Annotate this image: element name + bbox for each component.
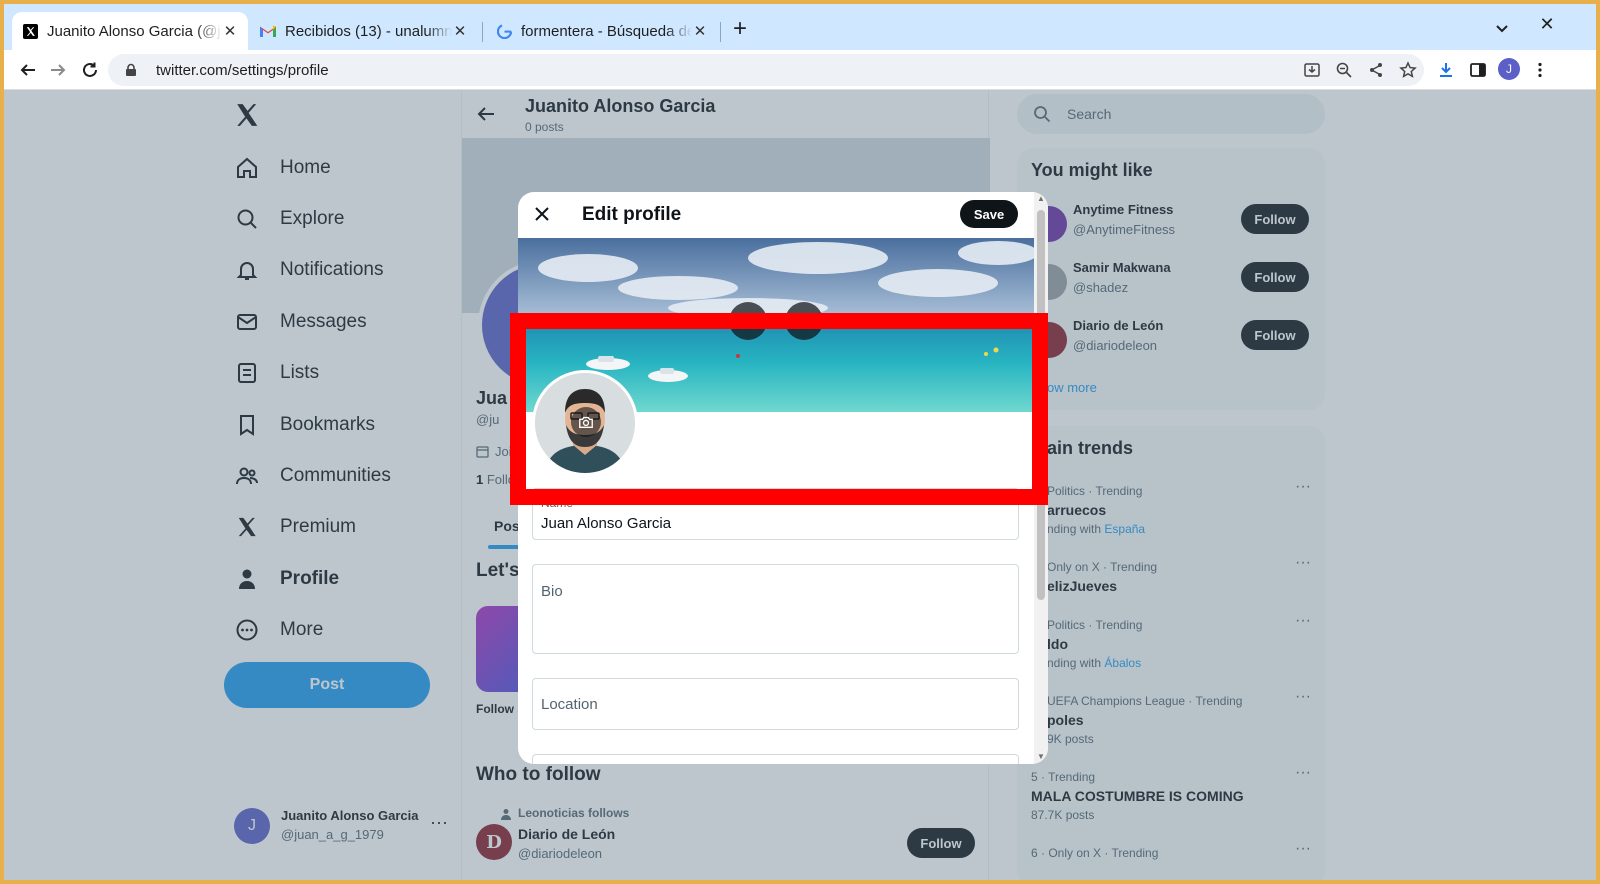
close-icon[interactable] <box>532 204 552 224</box>
reload-icon[interactable] <box>78 58 102 82</box>
back-icon[interactable] <box>16 58 40 82</box>
lock-icon <box>124 63 138 77</box>
tab-gmail[interactable]: Recibidos (13) - unalumno ✕ <box>250 12 478 50</box>
close-icon[interactable]: ✕ <box>222 22 238 40</box>
star-icon[interactable] <box>1398 60 1418 80</box>
new-tab-button[interactable]: + <box>726 16 754 44</box>
close-icon[interactable]: ✕ <box>692 22 708 40</box>
chevron-down-icon[interactable] <box>1492 18 1512 38</box>
save-button[interactable]: Save <box>960 200 1018 228</box>
tab-separator <box>482 22 483 42</box>
bio-field[interactable]: Bio <box>532 564 1019 654</box>
tab-title: formentera - Búsqueda de Google <box>521 22 692 40</box>
scroll-down-icon[interactable]: ▼ <box>1037 752 1045 761</box>
field-label: Location <box>541 696 598 713</box>
close-icon[interactable]: ✕ <box>452 22 468 40</box>
x-logo-icon <box>22 23 38 39</box>
website-field[interactable] <box>532 754 1019 764</box>
zoom-icon[interactable] <box>1334 60 1354 80</box>
browser-toolbar: twitter.com/settings/profile J <box>4 50 1596 90</box>
tab-google-search[interactable]: formentera - Búsqueda de Google ✕ <box>486 12 718 50</box>
address-bar[interactable]: twitter.com/settings/profile <box>108 54 1424 86</box>
field-label: Bio <box>541 583 563 600</box>
gmail-icon <box>260 23 276 39</box>
scroll-up-icon[interactable]: ▲ <box>1037 194 1045 203</box>
window-close-icon[interactable]: ✕ <box>1536 14 1558 36</box>
twitter-page: Home Explore Notifications Messages List… <box>4 90 1596 880</box>
field-value: Juan Alonso Garcia <box>541 515 672 532</box>
tab-separator <box>720 22 721 42</box>
install-icon[interactable] <box>1302 60 1322 80</box>
tab-title: Recibidos (13) - unalumno <box>285 22 452 40</box>
profile-avatar[interactable]: J <box>1498 58 1520 80</box>
forward-icon[interactable] <box>46 58 70 82</box>
browser-window: Juanito Alonso Garcia (@juan_a_g_1979) ✕… <box>4 4 1596 880</box>
annotation-highlight-box <box>510 313 1048 505</box>
url-text: twitter.com/settings/profile <box>156 61 329 79</box>
side-panel-icon[interactable] <box>1466 58 1490 82</box>
download-icon[interactable] <box>1434 58 1458 82</box>
share-icon[interactable] <box>1366 60 1386 80</box>
tab-strip: Juanito Alonso Garcia (@juan_a_g_1979) ✕… <box>4 4 1596 50</box>
tab-twitter-profile[interactable]: Juanito Alonso Garcia (@juan_a_g_1979) ✕ <box>12 12 248 50</box>
google-icon <box>496 23 512 39</box>
location-field[interactable]: Location <box>532 678 1019 730</box>
tab-title: Juanito Alonso Garcia (@juan_a_g_1979) <box>47 22 222 40</box>
kebab-menu-icon[interactable] <box>1528 58 1552 82</box>
dialog-title: Edit profile <box>582 204 682 225</box>
